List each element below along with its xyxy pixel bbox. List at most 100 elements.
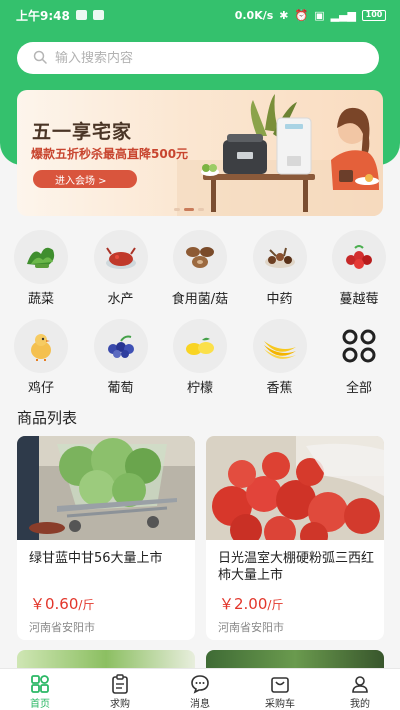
tab-label: 采购车 xyxy=(265,699,295,710)
tab-messages[interactable]: 消息 xyxy=(165,669,235,710)
category-icon-circle xyxy=(252,230,307,284)
status-bar: 上午9:48 0.0K/s ✱ ⏰ ▣ ▂▄▆ 100 xyxy=(0,0,400,30)
carousel-dots xyxy=(174,208,204,211)
product-location: 河南省安阳市 xyxy=(29,621,95,634)
lemon-icon xyxy=(186,337,214,355)
product-card-peek[interactable] xyxy=(17,650,195,670)
cranberry-icon xyxy=(346,245,372,269)
category-icon-circle xyxy=(93,230,148,284)
category-seafood[interactable]: 水产 xyxy=(92,230,150,307)
category-icon-circle xyxy=(332,230,386,284)
tab-profile[interactable]: 我的 xyxy=(325,669,395,710)
search-input[interactable] xyxy=(55,50,355,66)
product-name: 日光温室大棚硬粉弧三西红柿大量上市 xyxy=(218,551,375,583)
product-location: 河南省安阳市 xyxy=(218,621,284,634)
category-mushroom[interactable]: 食用菌/菇 xyxy=(171,230,229,307)
category-icon-circle xyxy=(173,319,227,373)
product-card[interactable]: 日光温室大棚硬粉弧三西红柿大量上市 ￥2.00/斤 河南省安阳市 xyxy=(206,436,384,640)
herb-icon xyxy=(264,247,295,268)
search-icon xyxy=(33,49,47,68)
category-icon-circle xyxy=(14,319,68,373)
category-label: 食用菌/菇 xyxy=(171,292,229,307)
category-label: 香蕉 xyxy=(266,381,293,396)
tab-cart[interactable]: 采购车 xyxy=(245,669,315,710)
mail-icon xyxy=(92,10,104,20)
carousel-dot[interactable] xyxy=(174,208,180,211)
category-label: 中药 xyxy=(266,292,293,307)
grape-icon xyxy=(107,335,134,358)
alarm-icon: ⏰ xyxy=(294,8,309,22)
category-row: 蔬菜 水产 食用菌/菇 中药 蔓越莓 xyxy=(0,230,400,307)
battery-icon: 100 xyxy=(362,9,386,21)
vegetable-icon xyxy=(27,247,55,268)
category-icon-circle xyxy=(173,230,227,284)
status-right: 0.0K/s ✱ ⏰ ▣ ▂▄▆ 100 xyxy=(235,9,386,22)
tab-label: 消息 xyxy=(190,699,210,710)
hd-icon: ▣ xyxy=(314,8,325,22)
category-label: 全部 xyxy=(345,381,372,396)
price-value: ￥2.00 xyxy=(219,595,268,613)
banana-icon xyxy=(263,341,296,359)
enter-venue-button[interactable]: 进入会场 > xyxy=(33,170,137,188)
category-icon-circle xyxy=(252,319,307,373)
chick-icon xyxy=(31,334,51,361)
category-banana[interactable]: 香蕉 xyxy=(251,319,309,396)
category-label: 蔓越莓 xyxy=(339,292,379,307)
network-speed: 0.0K/s xyxy=(234,8,274,22)
mushroom-icon xyxy=(186,247,214,268)
category-herb[interactable]: 中药 xyxy=(251,230,309,307)
tab-purchase-request[interactable]: 求购 xyxy=(85,669,155,710)
promo-banner[interactable]: 五一享宅家 爆款五折秒杀最高直降500元 进入会场 > xyxy=(17,90,383,216)
carousel-dot-active[interactable] xyxy=(184,208,194,211)
tab-label: 求购 xyxy=(110,699,130,710)
category-cranberry[interactable]: 蔓越莓 xyxy=(330,230,388,307)
category-grid: 蔬菜 水产 食用菌/菇 中药 蔓越莓 鸡仔 葡萄 柠檬 香蕉 全部 xyxy=(0,230,400,396)
product-name: 绿甘蓝中甘56大量上市 xyxy=(29,551,163,566)
product-price: ￥0.60/斤 xyxy=(30,593,94,614)
bluetooth-icon: ✱ xyxy=(279,8,289,22)
carousel-dot[interactable] xyxy=(198,208,204,211)
home-icon xyxy=(31,675,49,693)
category-label: 葡萄 xyxy=(107,381,134,396)
cart-icon xyxy=(271,677,289,693)
category-label: 鸡仔 xyxy=(27,381,54,396)
banner-title: 五一享宅家 xyxy=(32,121,133,143)
category-label: 蔬菜 xyxy=(27,292,54,307)
price-unit: /斤 xyxy=(267,598,284,612)
category-row: 鸡仔 葡萄 柠檬 香蕉 全部 xyxy=(0,319,400,396)
product-image xyxy=(206,436,384,540)
tab-home[interactable]: 首页 xyxy=(5,669,75,710)
category-label: 柠檬 xyxy=(186,381,213,396)
status-time: 上午9:48 xyxy=(16,8,70,23)
grid-all-icon xyxy=(342,329,376,363)
category-icon-circle xyxy=(332,319,386,373)
category-icon-circle xyxy=(14,230,68,284)
section-title: 商品列表 xyxy=(17,409,78,427)
user-icon xyxy=(352,676,368,693)
product-price: ￥2.00/斤 xyxy=(219,593,283,614)
category-chick[interactable]: 鸡仔 xyxy=(12,319,70,396)
product-card[interactable]: 绿甘蓝中甘56大量上市 ￥0.60/斤 河南省安阳市 xyxy=(17,436,195,640)
price-unit: /斤 xyxy=(78,598,95,612)
tab-label: 我的 xyxy=(350,699,370,710)
signal-icon: ▂▄▆ xyxy=(330,8,356,22)
notification-app-icon xyxy=(75,10,87,20)
price-value: ￥0.60 xyxy=(30,595,79,613)
seafood-icon xyxy=(105,247,136,269)
banner-subtitle: 爆款五折秒杀最高直降500元 xyxy=(31,147,189,161)
message-icon xyxy=(191,675,209,694)
category-grape[interactable]: 葡萄 xyxy=(92,319,150,396)
category-vegetable[interactable]: 蔬菜 xyxy=(12,230,70,307)
clipboard-icon xyxy=(112,674,128,694)
category-lemon[interactable]: 柠檬 xyxy=(171,319,229,396)
category-label: 水产 xyxy=(107,292,134,307)
status-left: 上午9:48 xyxy=(16,7,104,24)
tab-label: 首页 xyxy=(30,699,50,710)
category-icon-circle xyxy=(93,319,148,373)
product-image xyxy=(17,436,195,540)
product-card-peek[interactable] xyxy=(206,650,384,670)
category-all[interactable]: 全部 xyxy=(330,319,388,396)
bottom-tab-bar: 首页 求购 消息 采购车 我的 xyxy=(0,668,400,710)
battery-level: 100 xyxy=(365,10,383,19)
search-bar[interactable] xyxy=(17,42,379,74)
